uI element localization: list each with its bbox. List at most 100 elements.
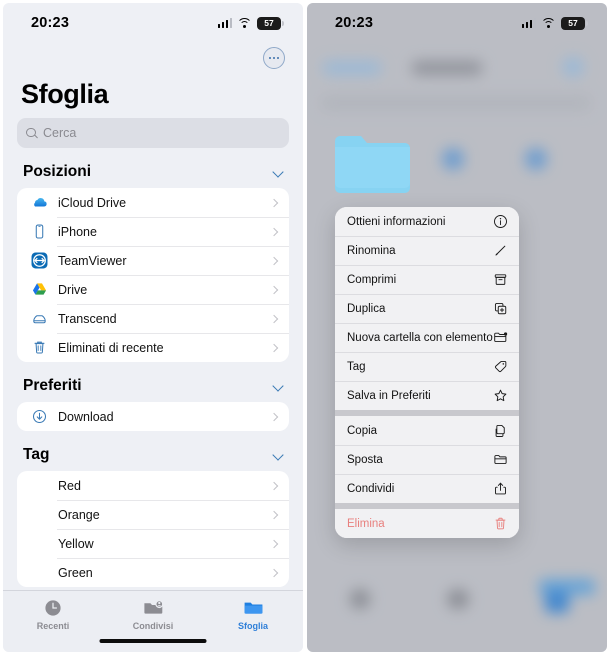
- search-icon: [26, 127, 37, 139]
- list-item-label: Green: [58, 565, 93, 580]
- chevron-down-icon[interactable]: [273, 381, 283, 391]
- chevron-right-icon: [270, 413, 278, 421]
- chevron-down-icon[interactable]: [273, 167, 283, 177]
- list-item-tag-green[interactable]: Green: [17, 558, 289, 587]
- status-time: 20:23: [31, 15, 70, 31]
- chevron-right-icon: [270, 344, 278, 352]
- search-input[interactable]: Cerca: [17, 118, 289, 148]
- search-placeholder: Cerca: [43, 126, 77, 140]
- menu-item-sposta[interactable]: Sposta: [335, 445, 519, 474]
- menu-item-nuova-cartella-con-elemento[interactable]: Nuova cartella con elemento: [335, 323, 519, 352]
- archive-box-icon: [493, 272, 508, 287]
- list-item-label: Yellow: [58, 536, 94, 551]
- chevron-right-icon: [270, 257, 278, 265]
- section-title: Tag: [23, 446, 50, 463]
- right-phone-screen: 20:23 57 Ottieni informazioni Rinomina C…: [307, 3, 607, 652]
- tab-label: Recenti: [36, 621, 70, 631]
- battery-level: 57: [568, 17, 578, 28]
- star-icon: [493, 388, 508, 403]
- status-bar: 20:23 57: [3, 3, 303, 43]
- toolbar: [3, 43, 303, 69]
- menu-item-label: Tag: [347, 360, 366, 373]
- status-time: 20:23: [335, 15, 374, 31]
- list-item-label: Eliminati di recente: [58, 340, 164, 355]
- menu-item-label: Comprimi: [347, 273, 397, 286]
- teamviewer-icon: [30, 251, 49, 270]
- menu-item-label: Nuova cartella con elemento: [347, 331, 493, 344]
- battery-level: 57: [264, 17, 274, 28]
- tag-dot-icon: [30, 563, 49, 582]
- share-icon: [493, 481, 508, 496]
- chevron-right-icon: [270, 540, 278, 548]
- list-item-tag-yellow[interactable]: Yellow: [17, 529, 289, 558]
- section-header-tag[interactable]: Tag: [3, 431, 303, 471]
- browse-list[interactable]: Posizioni iCloud Drive iPhone TeamViewer…: [3, 148, 303, 588]
- section-title: Posizioni: [23, 163, 92, 180]
- section-title: Preferiti: [23, 377, 82, 394]
- list-item-tag-orange[interactable]: Orange: [17, 500, 289, 529]
- tab-recenti[interactable]: Recenti: [3, 598, 103, 631]
- menu-item-rinomina[interactable]: Rinomina: [335, 236, 519, 265]
- folder-move-icon: [493, 452, 508, 467]
- menu-item-condividi[interactable]: Condividi: [335, 474, 519, 503]
- chevron-right-icon: [270, 199, 278, 207]
- duplicate-icon: [493, 301, 508, 316]
- tab-condivisi[interactable]: Condivisi: [103, 598, 203, 631]
- pencil-icon: [493, 243, 508, 258]
- list-item-eliminati-di-recente[interactable]: Eliminati di recente: [17, 333, 289, 362]
- list-item-teamviewer[interactable]: TeamViewer: [17, 246, 289, 275]
- list-item-transcend[interactable]: Transcend: [17, 304, 289, 333]
- menu-item-label: Rinomina: [347, 244, 396, 257]
- menu-item-elimina[interactable]: Elimina: [335, 509, 519, 538]
- new-folder-icon: [493, 330, 508, 345]
- trash-icon: [493, 516, 508, 531]
- wifi-icon: [237, 17, 252, 29]
- download-circle-icon: [30, 407, 49, 426]
- tab-label: Sfoglia: [237, 621, 268, 631]
- selected-folder-icon[interactable]: [335, 136, 410, 193]
- clock-icon: [45, 600, 61, 616]
- icloud-drive-icon: [30, 193, 49, 212]
- cellular-signal-icon: [521, 18, 536, 28]
- tag-dot-icon: [30, 534, 49, 553]
- list-item-drive[interactable]: Drive: [17, 275, 289, 304]
- chevron-down-icon[interactable]: [273, 450, 283, 460]
- home-indicator: [99, 638, 207, 643]
- tab-label: Condivisi: [132, 621, 174, 631]
- menu-item-label: Ottieni informazioni: [347, 215, 446, 228]
- wifi-icon: [541, 17, 556, 29]
- list-item-iphone[interactable]: iPhone: [17, 217, 289, 246]
- shared-folder-icon: [143, 600, 163, 614]
- list-item-label: iCloud Drive: [58, 195, 127, 210]
- left-phone-screen: 20:23 57 Sfoglia Cerca Posizioni iCloud …: [3, 3, 303, 652]
- list-item-tag-red[interactable]: Red: [17, 471, 289, 500]
- ellipsis-circle-icon[interactable]: [263, 47, 285, 69]
- list-item-icloud-drive[interactable]: iCloud Drive: [17, 188, 289, 217]
- menu-item-copia[interactable]: Copia: [335, 416, 519, 445]
- tab-sfoglia[interactable]: Sfoglia: [203, 598, 303, 631]
- context-menu-group-3: Elimina: [335, 509, 519, 538]
- chevron-right-icon: [270, 228, 278, 236]
- section-header-preferiti[interactable]: Preferiti: [3, 362, 303, 402]
- page-title: Sfoglia: [21, 79, 109, 109]
- chevron-right-icon: [270, 286, 278, 294]
- list-item-label: Red: [58, 478, 81, 493]
- menu-item-tag[interactable]: Tag: [335, 352, 519, 381]
- section-card-preferiti: Download: [17, 402, 289, 431]
- menu-item-ottieni-informazioni[interactable]: Ottieni informazioni: [335, 207, 519, 236]
- tag-dot-icon: [30, 505, 49, 524]
- list-item-label: iPhone: [58, 224, 97, 239]
- list-item-download[interactable]: Download: [17, 402, 289, 431]
- menu-item-salva-in-preferiti[interactable]: Salva in Preferiti: [335, 381, 519, 410]
- battery-icon: 57: [561, 16, 588, 30]
- list-item-label: Download: [58, 409, 114, 424]
- section-header-posizioni[interactable]: Posizioni: [3, 148, 303, 188]
- list-item-label: Transcend: [58, 311, 117, 326]
- menu-item-comprimi[interactable]: Comprimi: [335, 265, 519, 294]
- menu-item-label: Copia: [347, 424, 378, 437]
- list-item-label: Drive: [58, 282, 88, 297]
- context-menu[interactable]: Ottieni informazioni Rinomina Comprimi D…: [335, 207, 519, 538]
- menu-item-duplica[interactable]: Duplica: [335, 294, 519, 323]
- chevron-right-icon: [270, 315, 278, 323]
- menu-item-label: Sposta: [347, 453, 383, 466]
